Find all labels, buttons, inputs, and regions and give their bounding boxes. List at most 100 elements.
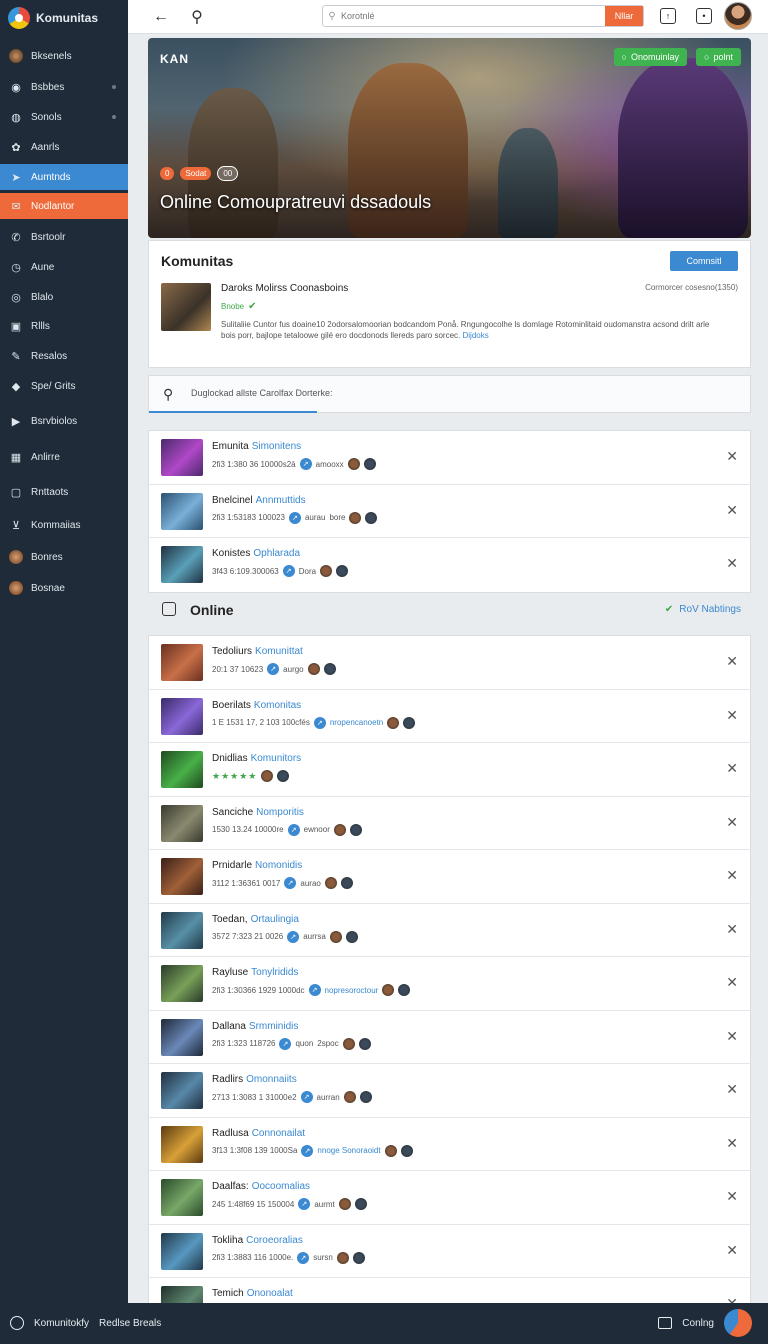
list-item[interactable]: Toedan, Ortaulingia 3572 7:323 21 0026 ↗ aur… — [149, 904, 750, 957]
sidebar-item-1[interactable]: ◉ Bsbbes — [0, 74, 128, 100]
sidebar-item-16[interactable]: Bonres — [0, 544, 128, 570]
list-item[interactable]: Sanciche Nomporitis 1530 13.24 10000re ↗ ewn… — [149, 797, 750, 850]
sidebar-item-14[interactable]: ▢ Rnttaots — [0, 479, 128, 505]
close-icon[interactable]: ✕ — [726, 1081, 738, 1098]
member-avatar[interactable] — [363, 458, 376, 470]
member-avatar[interactable] — [345, 930, 358, 943]
list-item-title[interactable]: Konistes Ophlarada — [212, 548, 300, 559]
list-item[interactable]: Tokliha Coroeoralias 2fi3 1:3883 116 1000e… — [149, 1225, 750, 1278]
close-icon[interactable]: ✕ — [726, 814, 738, 831]
list-item-title[interactable]: Prnidarle Nomonidis — [212, 860, 302, 871]
list-item-thumbnail[interactable] — [161, 1232, 203, 1270]
member-avatar[interactable] — [349, 511, 362, 524]
list-item-thumbnail[interactable] — [161, 1179, 203, 1216]
bottom-right-label[interactable]: Conlng — [682, 1318, 714, 1329]
search-button[interactable]: Nllar — [605, 6, 643, 26]
list-item-category[interactable]: Komunittat — [255, 646, 303, 657]
sidebar-item-12[interactable]: ▶ Bsrvbiolos — [0, 408, 128, 434]
list-item[interactable]: Daalfas: Oocoomalias 245 1:48f69 15 150004… — [149, 1171, 750, 1225]
brand[interactable]: Komunitas — [0, 0, 128, 36]
description-link[interactable]: Dijdoks — [463, 331, 489, 340]
back-arrow-icon[interactable]: ← — [150, 6, 172, 28]
member-avatar[interactable] — [320, 565, 333, 577]
member-avatar[interactable] — [343, 1091, 356, 1103]
member-avatar[interactable] — [354, 1198, 367, 1210]
close-icon[interactable]: ✕ — [726, 1188, 738, 1205]
bottom-avatar[interactable] — [724, 1309, 752, 1337]
list-item-title[interactable]: Temich Ononoalat — [212, 1288, 293, 1299]
list-item-title[interactable]: Radlusa Connonailat — [212, 1128, 305, 1139]
list-item-thumbnail[interactable] — [161, 1018, 203, 1056]
help-circle-icon[interactable] — [10, 1316, 24, 1330]
sidebar-item-3[interactable]: ✿ Aanrls — [0, 134, 128, 160]
search-input[interactable] — [341, 11, 605, 21]
list-item-thumbnail[interactable] — [161, 751, 203, 788]
filter-search-row[interactable]: ⚲ Duglockad allste Carolfax Dorterke: — [148, 375, 751, 413]
sidebar-item-7[interactable]: ◷ Aune — [0, 254, 128, 280]
close-icon[interactable]: ✕ — [726, 555, 738, 572]
list-item-category[interactable]: Oocoomalias — [252, 1181, 310, 1192]
list-item-thumbnail[interactable] — [161, 492, 203, 530]
list-item-category[interactable]: Connonailat — [252, 1128, 305, 1139]
list-item-thumbnail[interactable] — [161, 965, 203, 1002]
sidebar-item-0[interactable]: Bksenels — [0, 43, 128, 69]
member-avatar[interactable] — [384, 1144, 397, 1157]
list-item-category[interactable]: Nomporitis — [256, 807, 304, 818]
share-icon[interactable]: ↗ — [298, 1198, 311, 1210]
close-icon[interactable]: ✕ — [726, 921, 738, 938]
community-button[interactable]: Comnsitl — [670, 251, 738, 271]
close-icon[interactable]: ✕ — [726, 867, 738, 884]
filter-search-text[interactable]: Duglockad allste Carolfax Dorterke: — [191, 388, 333, 398]
list-item-category[interactable]: Ophlarada — [253, 548, 300, 559]
list-item-title[interactable]: Radlirs Omonnaiits — [212, 1074, 297, 1085]
list-item-category[interactable]: Coroeoralias — [246, 1235, 303, 1246]
close-icon[interactable]: ✕ — [726, 707, 738, 724]
list-item[interactable]: Prnidarle Nomonidis 3112 1:36361 0017 ↗ aura… — [149, 850, 750, 904]
sidebar-item-11[interactable]: ◆ Spe/ Grits — [0, 373, 128, 399]
member-avatar[interactable] — [387, 716, 400, 729]
share-icon[interactable]: ↗ — [288, 511, 301, 524]
list-item[interactable]: Boerilats Komonitas 1 E 1531 17, 2 103 100… — [149, 690, 750, 743]
share-icon[interactable]: ↗ — [282, 565, 295, 577]
list-item[interactable]: Rayluse Tonylridids 2fi3 1:30366 1929 1000… — [149, 957, 750, 1011]
list-item-title[interactable]: Daalfas: Oocoomalias — [212, 1181, 310, 1192]
close-icon[interactable]: ✕ — [726, 448, 738, 465]
list-item-title[interactable]: Boerilats Komonitas — [212, 700, 301, 711]
list-item-category[interactable]: Komunitors — [251, 753, 302, 764]
sidebar-item-10[interactable]: ✎ Resalos — [0, 343, 128, 369]
member-avatar[interactable] — [340, 877, 353, 889]
bottom-sublabel[interactable]: Redlse Breals — [99, 1318, 161, 1329]
search-icon[interactable]: ⚲ — [186, 6, 208, 28]
list-item-category[interactable]: Omonnaiits — [246, 1074, 297, 1085]
close-icon[interactable]: ✕ — [726, 974, 738, 991]
list-item-category[interactable]: Komonitas — [254, 700, 301, 711]
community-name[interactable]: Daroks Molirss Coonasboins — [221, 283, 348, 294]
sidebar-item-9[interactable]: ▣ Rllls — [0, 313, 128, 339]
share-icon[interactable]: ↗ — [279, 1037, 292, 1050]
member-avatar[interactable] — [307, 663, 320, 675]
close-icon[interactable]: ✕ — [726, 1242, 738, 1259]
close-icon[interactable]: ✕ — [726, 1028, 738, 1045]
share-icon[interactable]: ↗ — [300, 1091, 313, 1103]
list-item-thumbnail[interactable] — [161, 697, 203, 735]
close-icon[interactable]: ✕ — [726, 653, 738, 670]
member-avatar[interactable] — [338, 1198, 351, 1210]
list-item[interactable]: Radlusa Connonailat 3f13 1:3f08 139 1000Sa… — [149, 1118, 750, 1171]
close-icon[interactable]: ✕ — [726, 502, 738, 519]
share-icon[interactable]: ↗ — [308, 984, 321, 996]
member-avatar[interactable] — [352, 1251, 365, 1264]
list-item-category[interactable]: Nomonidis — [255, 860, 302, 871]
member-avatar[interactable] — [347, 458, 360, 470]
sidebar-item-8[interactable]: ◎ Blalo — [0, 284, 128, 310]
member-avatar[interactable] — [342, 1037, 355, 1050]
list-item-category[interactable]: Ortaulingia — [251, 914, 299, 925]
list-item-thumbnail[interactable] — [161, 1125, 203, 1163]
list-item-thumbnail[interactable] — [161, 911, 203, 949]
list-item-title[interactable]: Sanciche Nomporitis — [212, 807, 304, 818]
close-icon[interactable]: ✕ — [726, 1135, 738, 1152]
list-item-thumbnail[interactable] — [161, 804, 203, 842]
member-avatar[interactable] — [403, 716, 416, 729]
list-item-thumbnail[interactable] — [161, 546, 203, 583]
close-icon[interactable]: ✕ — [726, 760, 738, 777]
sidebar-item-2[interactable]: ◍ Sonols — [0, 104, 128, 130]
